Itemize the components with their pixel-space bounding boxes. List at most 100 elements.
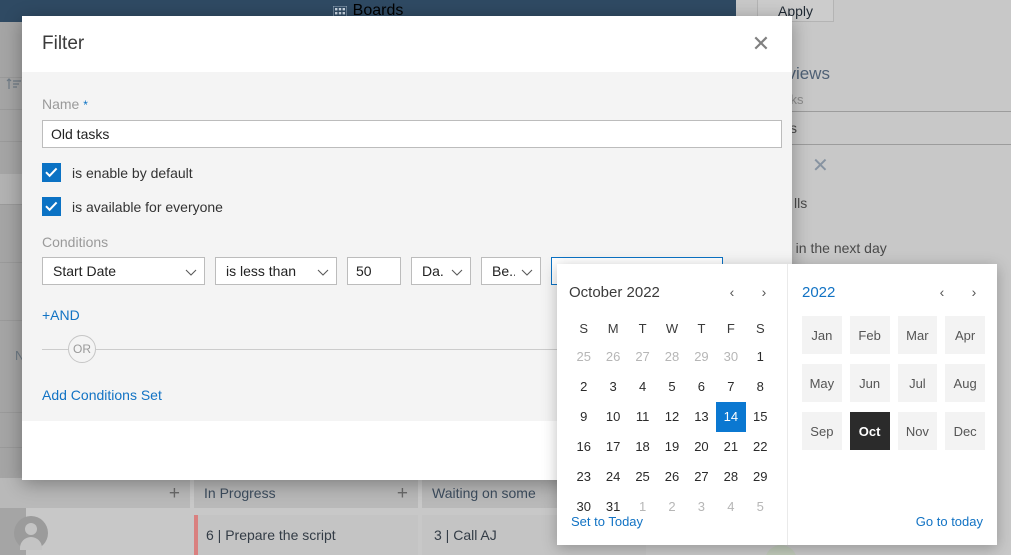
calendar-day[interactable]: 29 (687, 342, 716, 372)
prev-year-button[interactable]: ‹ (935, 285, 949, 299)
calendar-day[interactable]: 6 (687, 372, 716, 402)
month-cell[interactable]: Apr (945, 316, 985, 354)
calendar-day[interactable]: 7 (716, 372, 745, 402)
calendar-day[interactable]: 19 (657, 432, 686, 462)
condition-direction-select[interactable]: Be... (481, 257, 541, 285)
name-label-text: Name (42, 96, 80, 112)
month-cell[interactable]: Nov (897, 412, 938, 450)
calendar-day[interactable]: 13 (687, 402, 716, 432)
go-to-today-link[interactable]: Go to today (916, 514, 983, 529)
calendar-day[interactable]: 30 (716, 342, 745, 372)
year-title[interactable]: 2022 (802, 284, 835, 301)
calendar-day-selected[interactable]: 14 (716, 402, 746, 432)
month-cell[interactable]: Sep (802, 412, 842, 450)
calendar-day[interactable]: 16 (569, 432, 598, 462)
calendar-day[interactable]: 17 (598, 432, 627, 462)
kanban-column-0: + (0, 478, 190, 555)
close-button[interactable]: ✕ (744, 27, 778, 61)
calendar-day[interactable]: 26 (657, 462, 686, 492)
calendar-day[interactable]: 28 (716, 462, 745, 492)
checkbox-is-available-for-everyone[interactable] (42, 197, 61, 216)
calendar-day[interactable]: 22 (746, 432, 775, 462)
month-cell[interactable]: Mar (897, 316, 938, 354)
calendar-day[interactable]: 29 (746, 462, 775, 492)
month-cell[interactable]: Jan (802, 316, 842, 354)
add-card-button[interactable]: + (169, 484, 180, 503)
dow-label: T (697, 321, 706, 336)
kanban-column-title: Waiting on some (432, 485, 536, 501)
condition-amount-input[interactable] (347, 257, 401, 285)
dow-label: F (726, 321, 735, 336)
condition-operator-select[interactable]: is less than (215, 257, 337, 285)
calendar-day[interactable]: 5 (746, 492, 775, 522)
checkbox-row-everyone[interactable]: is available for everyone (42, 197, 772, 216)
month-panel-header: 2022 ‹ › (802, 278, 985, 306)
month-cell[interactable]: Jul (897, 364, 938, 402)
dow-label: T (638, 321, 647, 336)
set-to-today-link[interactable]: Set to Today (571, 514, 643, 529)
calendar-day[interactable]: 26 (598, 342, 627, 372)
next-year-button[interactable]: › (967, 285, 981, 299)
name-input[interactable] (42, 120, 782, 148)
divider (768, 111, 1011, 112)
calendar-day[interactable]: 28 (657, 342, 686, 372)
calendar-day[interactable]: 2 (657, 492, 686, 522)
dialog-header: Filter ✕ (22, 16, 792, 72)
calendar-grid: 25 26 27 28 29 30 1 2 3 4 5 6 7 8 9 10 11 12 13 14 15 16 17 18 1… (569, 342, 775, 522)
calendar-day[interactable]: 27 (687, 462, 716, 492)
kanban-card[interactable]: 6 | Prepare the script (194, 515, 418, 555)
avatar[interactable] (14, 516, 48, 550)
sort-icon[interactable] (6, 77, 22, 89)
month-cell[interactable]: Jun (849, 364, 890, 402)
checkbox-row-default[interactable]: is enable by default (42, 163, 772, 182)
calendar-day[interactable]: 27 (628, 342, 657, 372)
calendar-day[interactable]: 8 (746, 372, 775, 402)
condition-operator-value: is less than (226, 263, 297, 279)
calendar-day[interactable]: 20 (687, 432, 716, 462)
condition-unit-select[interactable]: Da... (411, 257, 471, 285)
close-icon[interactable]: ✕ (812, 156, 829, 176)
calendar-day[interactable]: 25 (628, 462, 657, 492)
month-cell[interactable]: Dec (945, 412, 985, 450)
calendar-day[interactable]: 25 (569, 342, 598, 372)
calendar-day[interactable]: 3 (687, 492, 716, 522)
month-grid: Jan Feb Mar Apr May Jun Jul Aug Sep Oct Nov Dec (802, 316, 985, 450)
calendar-day[interactable]: 10 (598, 402, 627, 432)
calendar-day[interactable]: 4 (716, 492, 745, 522)
calendar-day[interactable]: 24 (598, 462, 627, 492)
calendar-day[interactable]: 4 (628, 372, 657, 402)
next-month-button[interactable]: › (757, 285, 771, 299)
name-field-label: Name * (42, 96, 772, 112)
add-and-condition-link[interactable]: +AND (42, 307, 80, 323)
calendar-day[interactable]: 23 (569, 462, 598, 492)
dow-label: S (755, 321, 765, 336)
calendar-day[interactable]: 3 (598, 372, 627, 402)
prev-month-button[interactable]: ‹ (725, 285, 739, 299)
condition-field-select[interactable]: Start Date (42, 257, 205, 285)
add-card-button[interactable]: + (397, 484, 408, 503)
chevron-down-icon (521, 263, 533, 279)
month-cell-selected[interactable]: Oct (849, 412, 890, 450)
calendar-day[interactable]: 12 (657, 402, 686, 432)
month-panel-nav: ‹ › (935, 285, 985, 299)
calendar-day[interactable]: 11 (628, 402, 657, 432)
month-cell[interactable]: Aug (945, 364, 985, 402)
calendar-day[interactable]: 2 (569, 372, 598, 402)
calendar-day[interactable]: 18 (628, 432, 657, 462)
add-conditions-set-link[interactable]: Add Conditions Set (42, 387, 162, 403)
kanban-card-title: 3 | Call AJ (434, 527, 497, 543)
background-row-label-2: e in the next day (784, 240, 887, 256)
calendar-day[interactable]: 15 (746, 402, 775, 432)
month-year-title[interactable]: October 2022 (569, 284, 660, 301)
calendar-day[interactable]: 5 (657, 372, 686, 402)
calendar-week-row: 23 24 25 26 27 28 29 (569, 462, 775, 492)
month-cell[interactable]: May (802, 364, 842, 402)
month-cell[interactable]: Feb (849, 316, 890, 354)
day-of-week-header: S M T W T F S (569, 316, 775, 342)
chevron-down-icon (451, 263, 463, 279)
calendar-day[interactable]: 21 (716, 432, 745, 462)
calendar-day[interactable]: 9 (569, 402, 598, 432)
kanban-card-title: 6 | Prepare the script (206, 527, 336, 543)
calendar-day[interactable]: 1 (746, 342, 775, 372)
checkbox-is-enable-by-default[interactable] (42, 163, 61, 182)
